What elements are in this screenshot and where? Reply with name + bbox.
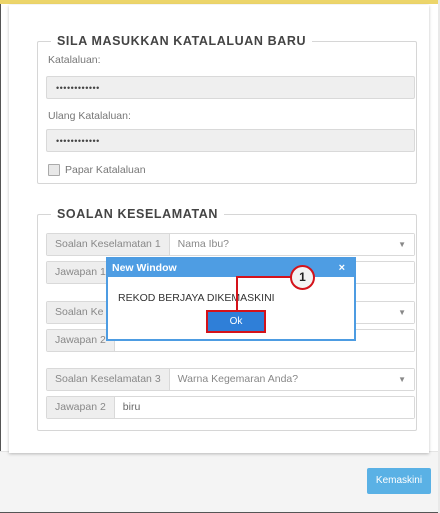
new-password-legend: SILA MASUKKAN KATALALUAN BARU — [57, 34, 307, 48]
chevron-down-icon: ▼ — [398, 240, 406, 249]
security-question-3-label: Soalan Keselamatan 3 — [47, 369, 170, 390]
chevron-down-icon: ▼ — [398, 308, 406, 317]
dialog-titlebar: New Window × — [108, 259, 354, 277]
update-button[interactable]: Kemaskini — [367, 468, 431, 494]
answer-3-field[interactable]: Jawapan 2 biru — [46, 396, 415, 419]
answer-2-label: Jawapan 2 — [47, 330, 115, 351]
ok-button[interactable]: Ok — [206, 310, 266, 333]
confirm-password-field[interactable]: •••••••••••• — [46, 129, 415, 152]
answer-1-label: Jawapan 1 — [47, 262, 115, 283]
close-icon[interactable]: × — [339, 259, 345, 277]
show-password-label: Papar Katalaluan — [65, 164, 146, 176]
callout-line-vertical — [236, 276, 238, 311]
show-password-option[interactable]: Papar Katalaluan — [48, 164, 146, 176]
dialog-title: New Window — [112, 262, 177, 274]
callout-number-badge: 1 — [290, 265, 315, 290]
confirm-password-label: Ulang Katalaluan: — [48, 110, 131, 122]
security-question-1-select[interactable]: Soalan Keselamatan 1 Nama Ibu? ▼ — [46, 233, 415, 256]
security-question-3-select[interactable]: Soalan Keselamatan 3 Warna Kegemaran And… — [46, 368, 415, 391]
security-question-1-label: Soalan Keselamatan 1 — [47, 234, 170, 255]
callout-line-horizontal — [236, 276, 292, 278]
security-question-1-value: Nama Ibu? — [177, 238, 230, 250]
dialog-message: REKOD BERJAYA DIKEMASKINI — [118, 292, 275, 304]
chevron-down-icon: ▼ — [398, 375, 406, 384]
security-questions-legend: SOALAN KESELAMATAN — [57, 207, 219, 221]
answer-3-input[interactable]: biru — [114, 397, 414, 418]
security-question-3-value: Warna Kegemaran Anda? — [177, 373, 299, 385]
change-password-modal: SILA MASUKKAN KATALALUAN BARU Katalaluan… — [9, 5, 429, 453]
security-question-2-label: Soalan Ke — [47, 302, 113, 323]
password-field[interactable]: •••••••••••• — [46, 76, 415, 99]
top-stripe — [0, 0, 438, 4]
show-password-checkbox[interactable] — [48, 164, 60, 176]
alert-dialog: New Window × REKOD BERJAYA DIKEMASKINI O… — [106, 257, 356, 341]
password-label: Katalaluan: — [48, 54, 101, 66]
answer-3-label: Jawapan 2 — [47, 397, 115, 418]
